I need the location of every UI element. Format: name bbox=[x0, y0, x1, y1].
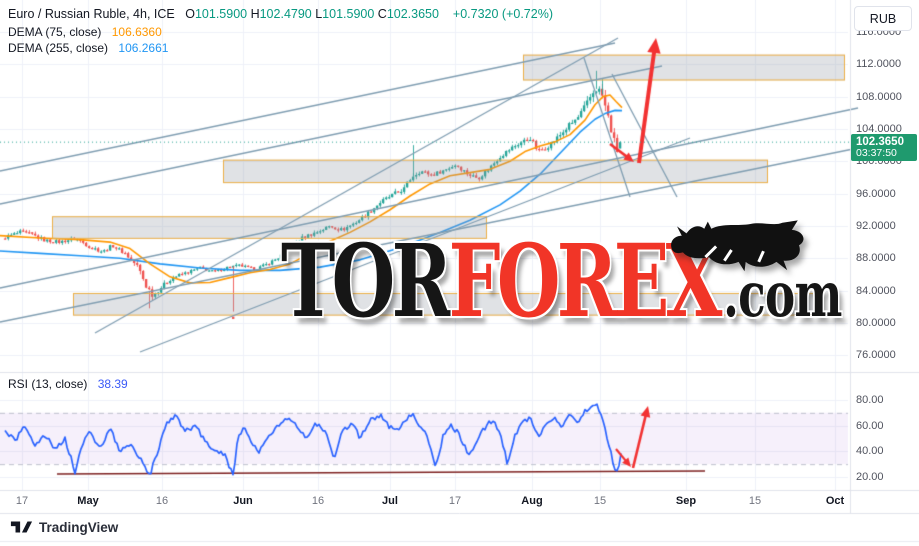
indicator-legend-dema255[interactable]: DEMA (255, close) 106.2661 bbox=[8, 41, 168, 55]
ohlc-value: 102.3650 bbox=[386, 7, 443, 21]
rsi-value: 38.39 bbox=[97, 377, 128, 391]
symbol-legend[interactable]: Euro / Russian Ruble, 4h, ICE O101.5900 … bbox=[8, 7, 553, 21]
dema75-value: 106.6360 bbox=[111, 25, 162, 39]
time-tick-label: 15 bbox=[593, 495, 607, 507]
ohlc-key: H bbox=[250, 7, 260, 21]
last-price-tag: 102.3650 03:37:50 bbox=[851, 134, 917, 161]
time-tick-label: 16 bbox=[311, 495, 325, 507]
dema255-value: 106.2661 bbox=[118, 41, 169, 55]
price-tick-label: 108.0000 bbox=[856, 90, 902, 103]
currency-button[interactable]: RUB bbox=[854, 6, 912, 31]
change-value: +0.7320 (+0.72%) bbox=[452, 7, 553, 21]
price-tick-label: 84.0000 bbox=[856, 284, 896, 297]
time-tick-label: Jun bbox=[233, 495, 253, 507]
indicator-legend-rsi[interactable]: RSI (13, close) 38.39 bbox=[8, 377, 128, 391]
rsi-tick-label: 20.00 bbox=[856, 470, 884, 483]
bar-countdown: 03:37:50 bbox=[856, 147, 897, 160]
ohlc-values: O101.5900 H102.4790 L101.5900 C102.3650 bbox=[185, 7, 442, 21]
rsi-tick-label: 80.00 bbox=[856, 394, 884, 406]
time-tick-label: 16 bbox=[155, 495, 169, 507]
dema255-label[interactable]: DEMA (255, close) bbox=[8, 41, 108, 55]
tradingview-label[interactable]: TradingView bbox=[39, 520, 118, 535]
ohlc-value: 101.5900 bbox=[194, 7, 251, 21]
rsi-tick-label: 40.00 bbox=[856, 445, 884, 458]
price-tick-label: 112.0000 bbox=[856, 58, 902, 71]
time-tick-label: 17 bbox=[15, 495, 29, 507]
price-tick-label: 96.0000 bbox=[856, 187, 896, 200]
rsi-tick-label: 60.00 bbox=[856, 419, 884, 432]
price-tick-label: 80.0000 bbox=[856, 316, 896, 329]
trading-chart-window: Euro / Russian Ruble, 4h, ICE O101.5900 … bbox=[0, 0, 919, 546]
ohlc-value: 101.5900 bbox=[322, 7, 378, 21]
time-tick-label: 15 bbox=[748, 495, 762, 507]
price-tick-label: 76.0000 bbox=[856, 349, 896, 362]
ohlc-value: 102.4790 bbox=[259, 7, 316, 21]
time-tick-label: Aug bbox=[521, 495, 543, 507]
dema75-label[interactable]: DEMA (75, close) bbox=[8, 25, 101, 39]
ohlc-key: C bbox=[377, 7, 387, 21]
tradingview-attribution[interactable]: TradingView bbox=[10, 520, 118, 535]
time-tick-label: 17 bbox=[448, 495, 462, 507]
rsi-label[interactable]: RSI (13, close) bbox=[8, 377, 87, 391]
ohlc-key: O bbox=[185, 7, 195, 21]
time-tick-label: Sep bbox=[675, 495, 697, 507]
price-tick-label: 92.0000 bbox=[856, 219, 896, 232]
currency-label: RUB bbox=[869, 11, 897, 26]
time-tick-label: Oct bbox=[825, 495, 845, 507]
time-tick-label: Jul bbox=[382, 495, 398, 507]
time-tick-label: May bbox=[77, 495, 99, 507]
indicator-legend-dema75[interactable]: DEMA (75, close) 106.6360 bbox=[8, 25, 162, 39]
symbol-title[interactable]: Euro / Russian Ruble, 4h, ICE bbox=[8, 7, 175, 21]
price-tick-label: 88.0000 bbox=[856, 252, 896, 265]
chart-canvas[interactable] bbox=[0, 0, 919, 546]
tradingview-logo-icon bbox=[10, 521, 33, 533]
